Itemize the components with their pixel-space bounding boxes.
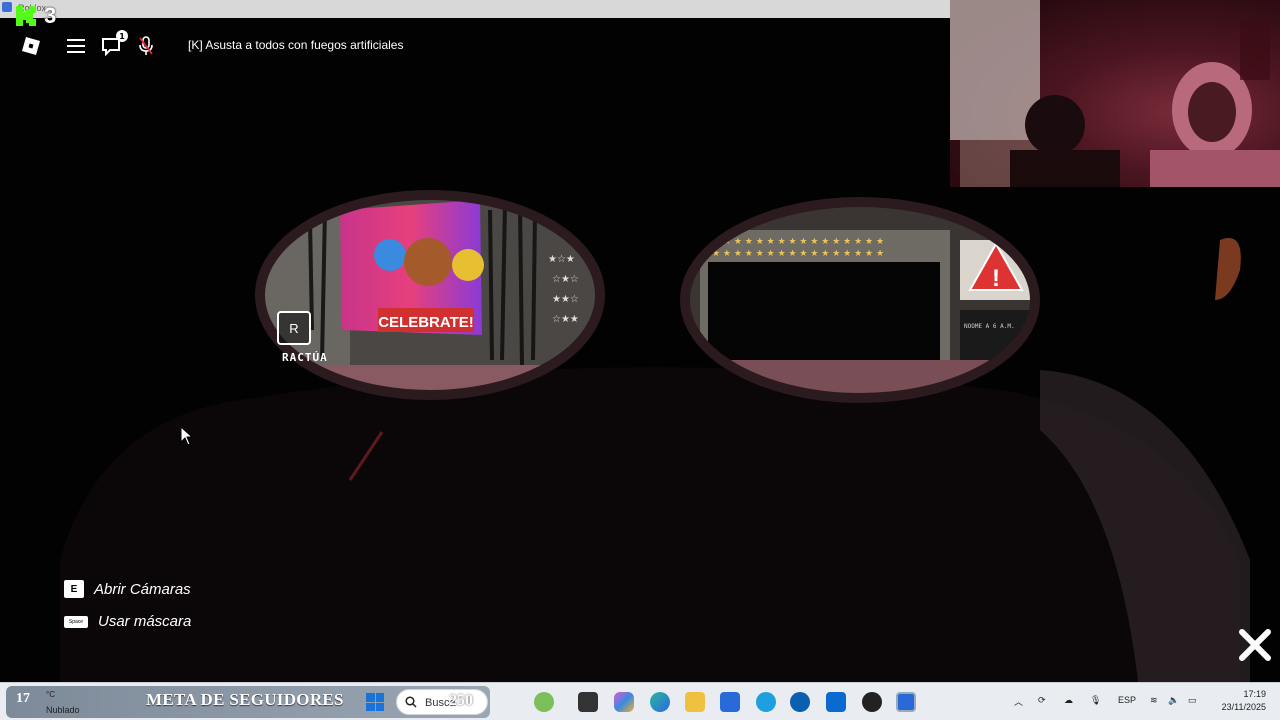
chat-button[interactable]: 1	[98, 30, 128, 60]
poster-text: CELEBRATE!	[378, 314, 474, 331]
webcam-feed	[950, 0, 1280, 187]
hamburger-button[interactable]	[62, 32, 90, 60]
svg-text:☆★☆: ☆★☆	[552, 274, 579, 285]
screen: CELEBRATE! ★☆★ ☆★☆ ★★☆ ☆★★ ★ ★ ★ ★ ★ ★ ★…	[0, 0, 1280, 720]
language-indicator[interactable]: ESP	[1118, 695, 1136, 705]
svg-text:★ ★ ★ ★ ★ ★ ★ ★ ★ ★ ★ ★ ★ ★ ★: ★ ★ ★ ★ ★ ★ ★ ★ ★ ★ ★ ★ ★ ★ ★ ★	[712, 237, 884, 247]
hint-open-cameras: E Abrir Cámaras	[64, 580, 191, 598]
menu-icon	[67, 39, 85, 53]
copilot-icon[interactable]	[614, 692, 634, 712]
battery-icon[interactable]: ▭	[1188, 695, 1197, 706]
follower-goal-number: 250	[449, 692, 473, 709]
svg-text:★☆★: ★☆★	[548, 254, 575, 265]
wifi-icon[interactable]: ≋	[1150, 695, 1158, 706]
chat-badge: 1	[116, 30, 128, 42]
svg-text:☆★★: ☆★★	[552, 314, 579, 325]
cloud-icon[interactable]: ☁	[1064, 695, 1073, 706]
hint-use-mask-label: Usar máscara	[98, 613, 192, 630]
webcam-image	[950, 0, 1280, 187]
interact-key[interactable]: R	[277, 311, 311, 345]
close-icon[interactable]	[1238, 628, 1272, 662]
obs-icon[interactable]	[862, 692, 882, 712]
voice-chat-button[interactable]	[132, 32, 160, 60]
task-view-icon[interactable]	[578, 692, 598, 712]
svg-text:!: !	[992, 265, 1000, 292]
mouse-cursor-icon	[180, 426, 194, 446]
key-e: E	[64, 580, 84, 598]
taskbar: 17 °C Nublado META DE SEGUIDORES Busca 2…	[0, 682, 1280, 720]
edge-icon[interactable]	[650, 692, 670, 712]
follower-goal-text: META DE SEGUIDORES	[146, 690, 344, 709]
roblox-menu-button[interactable]	[17, 32, 45, 60]
weather-temp: 17	[16, 691, 30, 706]
system-clock[interactable]: 17:19 23/11/2025	[1210, 688, 1266, 714]
windows-start-icon[interactable]	[366, 693, 384, 711]
announcement-text: [K] Asusta a todos con fuegos artificial…	[188, 38, 404, 52]
svg-text:★ ★ ★ ★ ★ ★ ★ ★ ★ ★ ★ ★ ★ ★ ★: ★ ★ ★ ★ ★ ★ ★ ★ ★ ★ ★ ★ ★ ★ ★ ★	[712, 249, 884, 259]
app-icon	[2, 2, 12, 12]
interact-key-label: R	[289, 320, 299, 336]
taskbar-search[interactable]: Busca 250	[396, 689, 488, 715]
speaker-icon[interactable]: 🔈	[1168, 695, 1179, 706]
roblox-icon	[22, 37, 40, 55]
hint-use-mask: Space Usar máscara	[64, 613, 191, 630]
search-icon	[405, 696, 417, 708]
file-explorer-icon[interactable]	[685, 692, 705, 712]
interact-label: RACTÚA	[282, 351, 328, 364]
roblox-taskbar-icon[interactable]	[896, 692, 916, 712]
kick-counter: 3	[44, 3, 57, 28]
outlook-icon[interactable]	[826, 692, 846, 712]
hp-icon[interactable]	[790, 692, 810, 712]
weather-unit: °C	[46, 690, 55, 699]
key-space: Space	[64, 615, 88, 628]
clock-time: 17:19	[1243, 689, 1266, 699]
browser-icon[interactable]	[756, 692, 776, 712]
note-text: NOOME A 6 A.M.	[964, 323, 1015, 330]
svg-text:★★☆: ★★☆	[552, 294, 579, 305]
kick-logo-icon	[16, 6, 36, 26]
store-icon[interactable]	[720, 692, 740, 712]
window-title-bar: Roblox	[0, 0, 950, 18]
chevron-up-icon[interactable]: ︿	[1014, 695, 1023, 708]
sync-icon[interactable]: ⟳	[1038, 695, 1046, 706]
hint-open-cameras-label: Abrir Cámaras	[94, 580, 191, 598]
game-app-icon[interactable]	[534, 692, 554, 712]
mic-tray-icon[interactable]: 🎙	[1090, 695, 1101, 706]
microphone-icon	[139, 36, 153, 55]
clock-date: 23/11/2025	[1221, 702, 1266, 712]
weather-desc: Nublado	[46, 705, 80, 715]
